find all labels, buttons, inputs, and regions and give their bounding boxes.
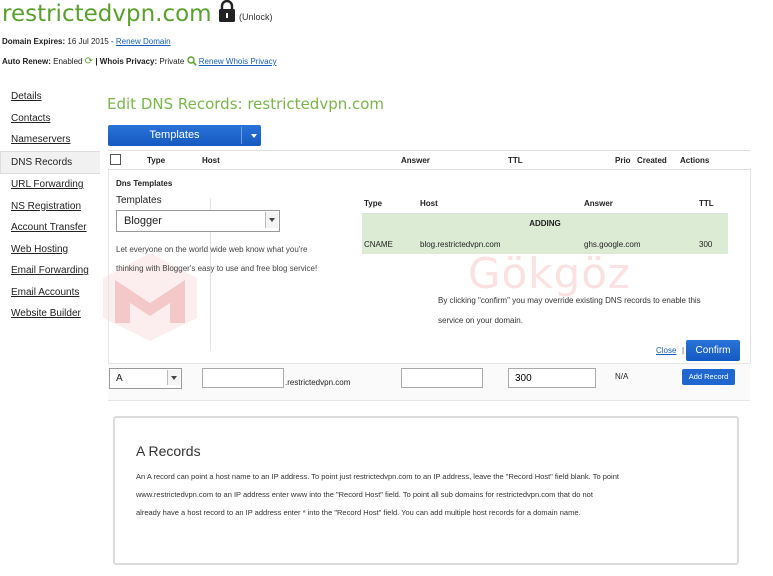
info-title: A Records: [136, 443, 201, 459]
record-prio: N/A: [615, 372, 629, 381]
info-text: www.restrictedvpn.com to an IP address e…: [136, 490, 593, 499]
confirm-button[interactable]: Confirm: [686, 340, 740, 361]
templates-label: Templates: [116, 195, 162, 206]
close-link[interactable]: Close: [656, 346, 676, 355]
dns-templates-title: Dns Templates: [116, 179, 173, 188]
watermark-text: Gökgöz: [468, 249, 631, 298]
sidebar-item-account-transfer[interactable]: Account Transfer: [0, 217, 100, 239]
col-host: Host: [202, 156, 220, 165]
domain-title: restrictedvpn.com: [2, 1, 212, 27]
record-host-input[interactable]: [202, 368, 284, 388]
sidebar-nav: Details Contacts Nameservers DNS Records…: [0, 86, 100, 325]
sidebar-item-url-forwarding[interactable]: URL Forwarding: [0, 174, 100, 196]
template-description: Let everyone on the world wide web know …: [116, 245, 308, 254]
sidebar-item-details[interactable]: Details: [0, 86, 100, 108]
select-all-checkbox[interactable]: [110, 154, 121, 165]
sidebar-item-website-builder[interactable]: Website Builder: [0, 303, 100, 325]
sidebar-item-web-hosting[interactable]: Web Hosting: [0, 239, 100, 261]
preview-col-answer: Answer: [584, 199, 613, 208]
template-select-value: Blogger: [124, 215, 162, 227]
col-created: Created: [637, 156, 667, 165]
templates-button-label: Templates: [149, 129, 200, 141]
preview-ttl: 300: [699, 240, 713, 249]
templates-button[interactable]: Templates: [108, 125, 261, 146]
link-separator: |: [682, 346, 685, 355]
lock-icon[interactable]: [218, 0, 236, 22]
sidebar-item-dns-records[interactable]: DNS Records: [0, 150, 100, 174]
add-record-button[interactable]: Add Record: [682, 369, 735, 385]
col-actions: Actions: [680, 156, 710, 165]
template-preview-table: Type Host Answer TTL ADDING CNAME blog.r…: [362, 193, 728, 254]
record-ttl-input[interactable]: [508, 368, 596, 388]
preview-type: CNAME: [364, 240, 393, 249]
col-answer: Answer: [401, 156, 430, 165]
col-ttl: TTL: [508, 156, 523, 165]
domain-expiry-line: Domain Expires: 16 Jul 2015 - Renew Doma…: [2, 37, 171, 46]
record-answer-input[interactable]: [401, 368, 483, 388]
records-table-header: Type Host Answer TTL Prio Created Action…: [108, 150, 750, 170]
renewal-status-line: Auto Renew: Enabled ⟳ | Whois Privacy: P…: [2, 56, 277, 68]
info-text: already have a host record to an IP addr…: [136, 508, 581, 517]
preview-col-ttl: TTL: [699, 199, 714, 208]
preview-col-type: Type: [364, 199, 383, 208]
whois-privacy-label: | Whois Privacy:: [95, 57, 158, 67]
page-title: Edit DNS Records: restrictedvpn.com: [107, 95, 385, 113]
col-prio: Prio: [615, 156, 631, 165]
expires-value: 16 Jul 2015 -: [67, 37, 114, 46]
search-icon: [186, 56, 197, 68]
info-text: An A record can point a host name to an …: [136, 472, 619, 481]
whois-privacy-value: Private: [159, 57, 185, 67]
expires-label: Domain Expires:: [2, 37, 66, 46]
record-type-value: A: [116, 373, 123, 384]
sidebar-item-email-forwarding[interactable]: Email Forwarding: [0, 260, 100, 282]
col-type: Type: [147, 156, 166, 165]
unlock-link[interactable]: (Unlock): [239, 12, 273, 22]
refresh-icon[interactable]: ⟳: [85, 56, 93, 67]
renew-domain-link[interactable]: Renew Domain: [116, 37, 171, 46]
sidebar-item-contacts[interactable]: Contacts: [0, 108, 100, 130]
preview-host: blog.restrictedvpn.com: [420, 240, 501, 249]
auto-renew-label: Auto Renew:: [2, 57, 51, 67]
sidebar-item-ns-registration[interactable]: NS Registration: [0, 196, 100, 218]
preview-answer: ghs.google.com: [584, 240, 641, 249]
chevron-down-icon[interactable]: [251, 134, 257, 138]
override-warning: By clicking "confirm" you may override e…: [438, 296, 701, 305]
chevron-down-icon[interactable]: [265, 212, 278, 228]
record-type-select[interactable]: A: [109, 368, 182, 389]
renew-whois-link[interactable]: Renew Whois Privacy: [199, 57, 277, 66]
auto-renew-value: Enabled: [53, 57, 83, 67]
chevron-down-icon[interactable]: [167, 370, 180, 385]
preview-header: Type Host Answer TTL: [362, 193, 728, 214]
sidebar-item-email-accounts[interactable]: Email Accounts: [0, 282, 100, 304]
preview-col-host: Host: [420, 199, 438, 208]
host-suffix: .restrictedvpn.com: [285, 378, 351, 387]
button-divider: [241, 127, 242, 144]
override-warning: service on your domain.: [438, 316, 523, 325]
adding-banner: ADDING: [362, 214, 728, 234]
template-select[interactable]: Blogger: [116, 210, 280, 232]
template-description: thinking with Blogger's easy to use and …: [116, 264, 318, 273]
sidebar-item-nameservers[interactable]: Nameservers: [0, 129, 100, 151]
